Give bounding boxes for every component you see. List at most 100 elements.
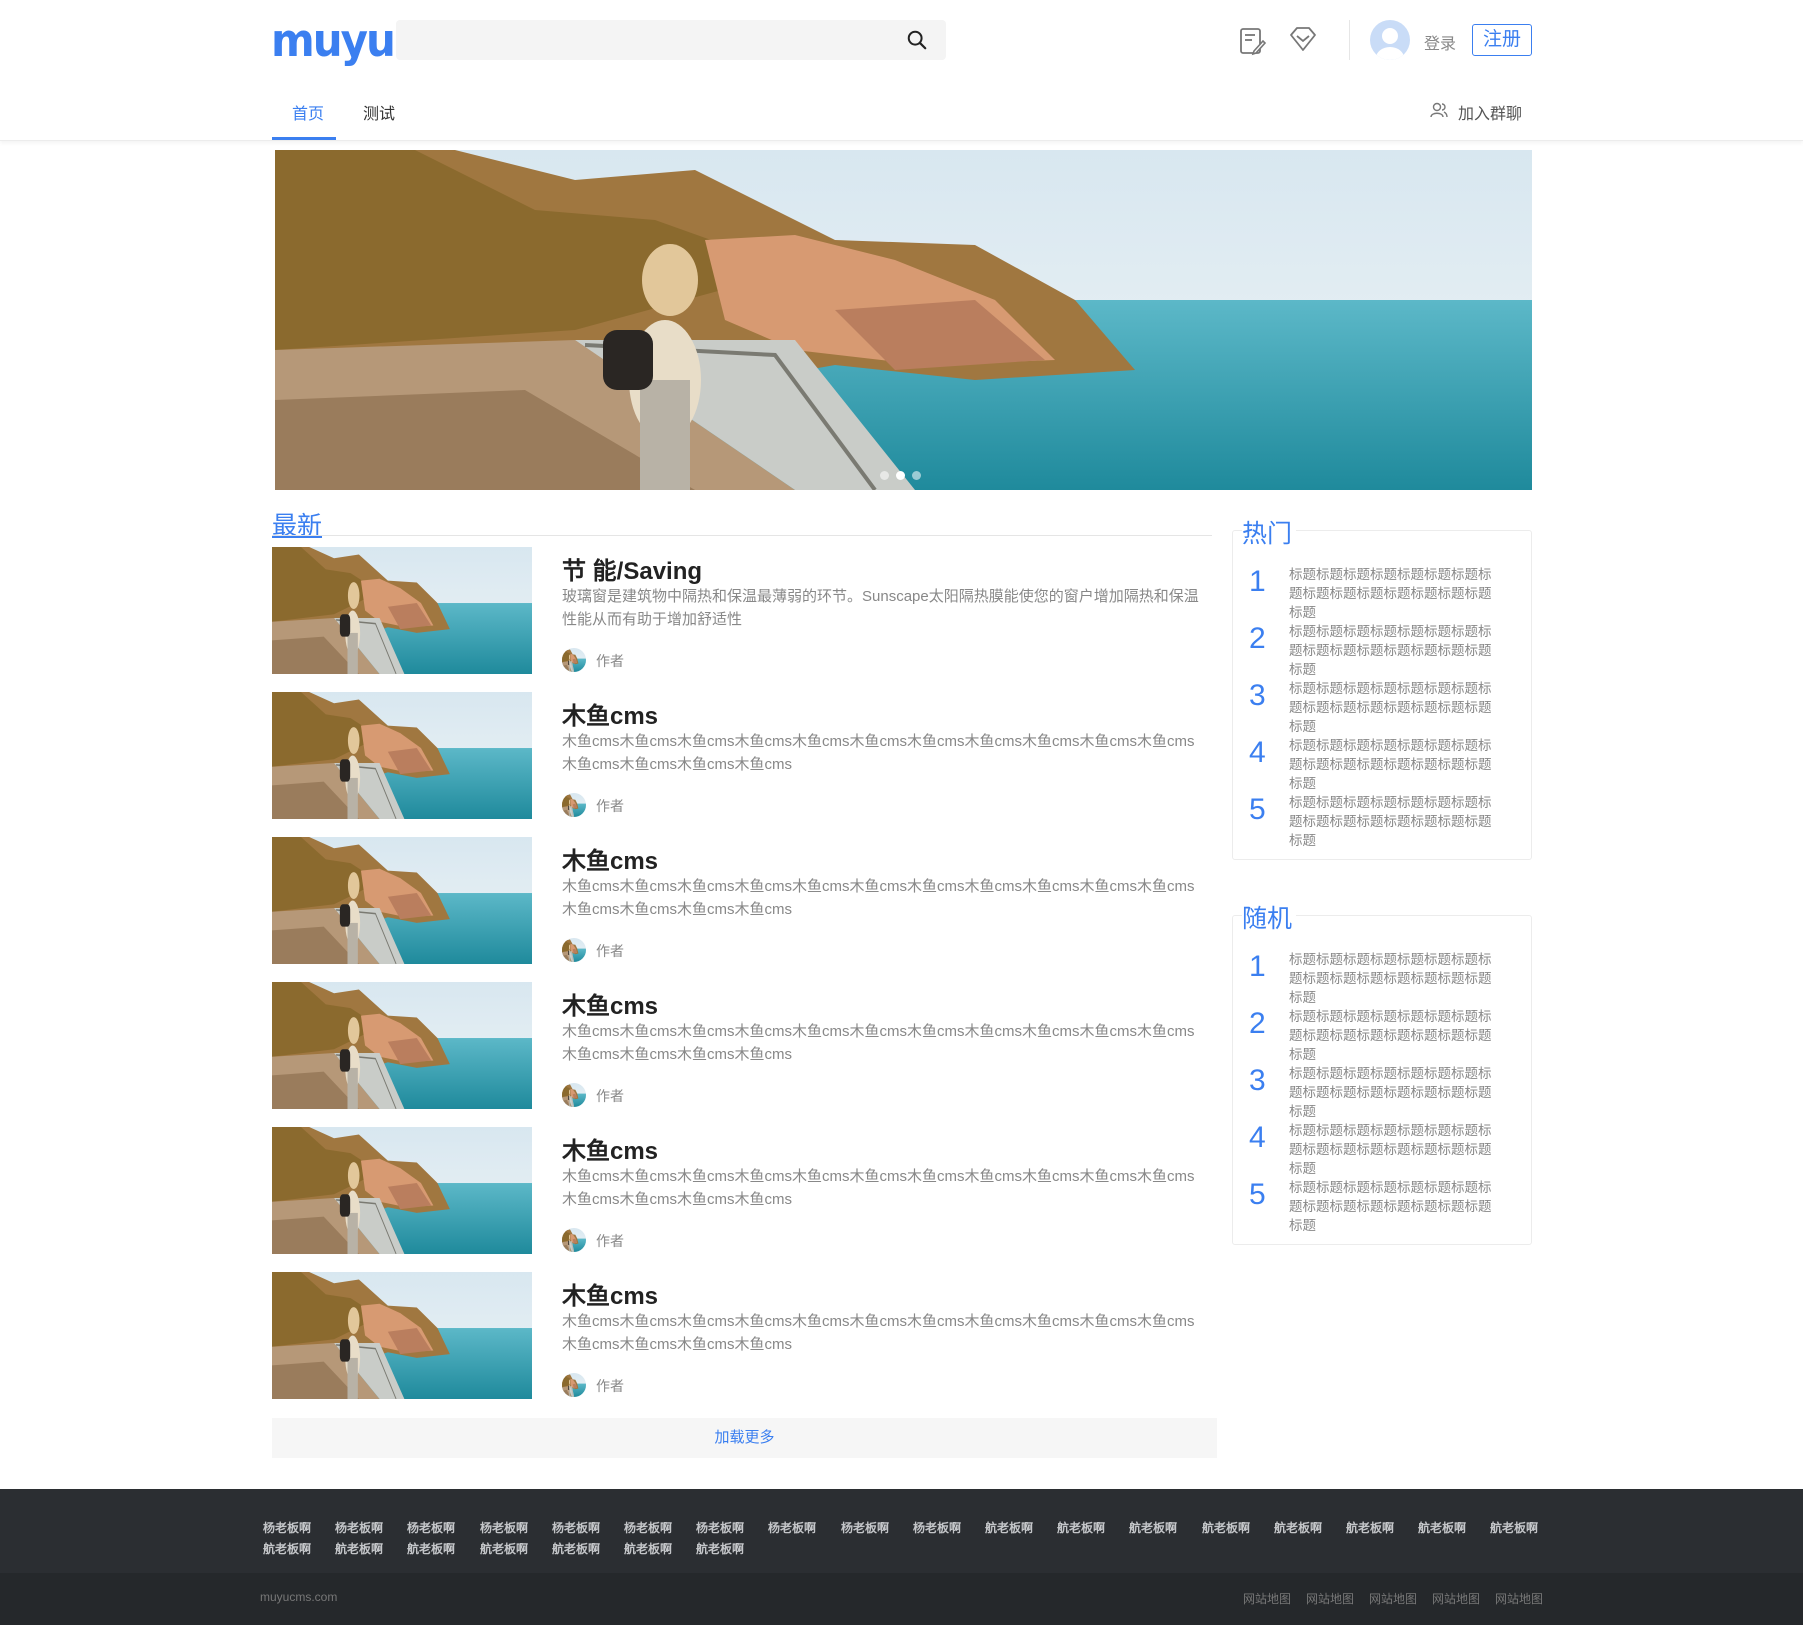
write-article-icon[interactable]	[1237, 26, 1267, 56]
article-title[interactable]: 木鱼cms	[562, 1276, 658, 1311]
article-title[interactable]: 木鱼cms	[562, 841, 658, 876]
author-name: 作者	[596, 943, 624, 959]
article-title[interactable]: 节 能/Saving	[562, 551, 702, 586]
footer-link[interactable]: 航老板啊	[335, 1540, 383, 1557]
article-thumbnail[interactable]	[272, 547, 532, 674]
author-avatar	[562, 793, 586, 817]
footer-link[interactable]: 航老板啊	[1057, 1519, 1105, 1536]
sitemap-link[interactable]: 网站地图	[1495, 1590, 1543, 1607]
article-summary: 木鱼cms木鱼cms木鱼cms木鱼cms木鱼cms木鱼cms木鱼cms木鱼cms…	[562, 733, 1195, 773]
article-title[interactable]: 木鱼cms	[562, 1131, 658, 1166]
footer-link[interactable]: 航老板啊	[263, 1540, 311, 1557]
hot-item-title[interactable]: 标题标题标题标题标题标题标题标题标题标题标题标题标题标题标题标题	[1289, 736, 1504, 793]
avatar[interactable]	[1370, 20, 1410, 60]
footer-link[interactable]: 航老板啊	[1418, 1519, 1466, 1536]
sitemap-link[interactable]: 网站地图	[1306, 1590, 1354, 1607]
footer-link[interactable]: 航老板啊	[1202, 1519, 1250, 1536]
rank-number: 2	[1249, 622, 1266, 655]
sitemap-link[interactable]: 网站地图	[1243, 1590, 1291, 1607]
footer-link[interactable]: 杨老板啊	[913, 1519, 961, 1536]
sitemap-link[interactable]: 网站地图	[1369, 1590, 1417, 1607]
login-link[interactable]: 登录	[1424, 30, 1456, 54]
carousel-dot-active[interactable]	[896, 471, 905, 480]
user-avatar-icon	[1376, 28, 1404, 60]
article-thumbnail[interactable]	[272, 1127, 532, 1254]
footer-link[interactable]: 航老板啊	[1490, 1519, 1538, 1536]
carousel-dot[interactable]	[912, 471, 921, 480]
carousel-dot[interactable]	[880, 471, 889, 480]
random-section-title: 随机	[1242, 899, 1297, 935]
random-item-title[interactable]: 标题标题标题标题标题标题标题标题标题标题标题标题标题标题标题标题	[1289, 950, 1504, 1007]
footer-link[interactable]: 航老板啊	[552, 1540, 600, 1557]
search-input[interactable]	[396, 20, 946, 60]
list-item[interactable]: 木鱼cms 木鱼cms木鱼cms木鱼cms木鱼cms木鱼cms木鱼cms木鱼cm…	[272, 837, 1217, 964]
article-thumbnail[interactable]	[272, 837, 532, 964]
article-title[interactable]: 木鱼cms	[562, 986, 658, 1021]
article-summary: 木鱼cms木鱼cms木鱼cms木鱼cms木鱼cms木鱼cms木鱼cms木鱼cms…	[562, 1168, 1195, 1208]
footer-link[interactable]: 杨老板啊	[841, 1519, 889, 1536]
sitemap-link[interactable]: 网站地图	[1432, 1590, 1480, 1607]
header-divider	[1349, 20, 1350, 60]
list-item[interactable]: 节 能/Saving 玻璃窗是建筑物中隔热和保温最薄弱的环节。Sunscape太…	[272, 547, 1217, 674]
site-logo[interactable]: muyu	[271, 14, 396, 67]
footer-link[interactable]: 航老板啊	[480, 1540, 528, 1557]
footer-link[interactable]: 航老板啊	[407, 1540, 455, 1557]
register-button[interactable]: 注册	[1472, 24, 1532, 56]
copyright-text: muyucms.com	[260, 1590, 338, 1604]
load-more-button[interactable]: 加载更多	[272, 1418, 1217, 1458]
article-summary: 玻璃窗是建筑物中隔热和保温最薄弱的环节。Sunscape太阳隔热膜能使您的窗户增…	[562, 588, 1199, 628]
footer-link[interactable]: 杨老板啊	[263, 1519, 311, 1536]
article-thumbnail[interactable]	[272, 982, 532, 1109]
article-thumbnail[interactable]	[272, 1272, 532, 1399]
footer-link[interactable]: 杨老板啊	[552, 1519, 600, 1536]
hot-item-title[interactable]: 标题标题标题标题标题标题标题标题标题标题标题标题标题标题标题标题	[1289, 679, 1504, 736]
hot-item-title[interactable]: 标题标题标题标题标题标题标题标题标题标题标题标题标题标题标题标题	[1289, 793, 1504, 850]
footer-link[interactable]: 航老板啊	[1346, 1519, 1394, 1536]
footer-link[interactable]: 杨老板啊	[696, 1519, 744, 1536]
list-item[interactable]: 木鱼cms 木鱼cms木鱼cms木鱼cms木鱼cms木鱼cms木鱼cms木鱼cm…	[272, 982, 1217, 1109]
join-group-link[interactable]: 加入群聊	[1458, 100, 1522, 124]
group-users-icon	[1430, 102, 1448, 118]
hot-item-title[interactable]: 标题标题标题标题标题标题标题标题标题标题标题标题标题标题标题标题	[1289, 622, 1504, 679]
section-divider	[272, 535, 1212, 536]
random-item-title[interactable]: 标题标题标题标题标题标题标题标题标题标题标题标题标题标题标题标题	[1289, 1178, 1504, 1235]
hot-widget: 1 标题标题标题标题标题标题标题标题标题标题标题标题标题标题标题标题 2 标题标…	[1232, 530, 1532, 860]
nav-tab-home[interactable]: 首页	[292, 100, 324, 124]
footer-link[interactable]: 杨老板啊	[335, 1519, 383, 1536]
random-widget: 1 标题标题标题标题标题标题标题标题标题标题标题标题标题标题标题标题 2 标题标…	[1232, 915, 1532, 1245]
footer-link[interactable]: 航老板啊	[696, 1540, 744, 1557]
rank-number: 3	[1249, 679, 1266, 712]
random-item-title[interactable]: 标题标题标题标题标题标题标题标题标题标题标题标题标题标题标题标题	[1289, 1121, 1504, 1178]
author-avatar	[562, 1228, 586, 1252]
rank-number: 2	[1249, 1007, 1266, 1040]
rank-number: 4	[1249, 1121, 1266, 1154]
latest-section-title[interactable]: 最新	[272, 506, 322, 542]
nav-tab-test[interactable]: 测试	[363, 100, 395, 124]
article-thumbnail[interactable]	[272, 692, 532, 819]
rank-number: 4	[1249, 736, 1266, 769]
search-icon[interactable]	[906, 29, 928, 51]
list-item[interactable]: 木鱼cms 木鱼cms木鱼cms木鱼cms木鱼cms木鱼cms木鱼cms木鱼cm…	[272, 1272, 1217, 1399]
footer-link[interactable]: 杨老板啊	[480, 1519, 528, 1536]
author-name: 作者	[596, 1088, 624, 1104]
nav-active-indicator	[272, 137, 336, 140]
list-item[interactable]: 木鱼cms 木鱼cms木鱼cms木鱼cms木鱼cms木鱼cms木鱼cms木鱼cm…	[272, 692, 1217, 819]
author-avatar	[562, 938, 586, 962]
footer-link[interactable]: 航老板啊	[1129, 1519, 1177, 1536]
footer-link[interactable]: 杨老板啊	[407, 1519, 455, 1536]
hot-item-title[interactable]: 标题标题标题标题标题标题标题标题标题标题标题标题标题标题标题标题	[1289, 565, 1504, 622]
diamond-vip-icon[interactable]	[1288, 24, 1318, 54]
article-title[interactable]: 木鱼cms	[562, 696, 658, 731]
footer-link[interactable]: 航老板啊	[1274, 1519, 1322, 1536]
author-avatar	[562, 1083, 586, 1107]
author-name: 作者	[596, 1378, 624, 1394]
banner-carousel[interactable]	[275, 150, 1532, 490]
list-item[interactable]: 木鱼cms 木鱼cms木鱼cms木鱼cms木鱼cms木鱼cms木鱼cms木鱼cm…	[272, 1127, 1217, 1254]
author-avatar	[562, 648, 586, 672]
footer-link[interactable]: 航老板啊	[985, 1519, 1033, 1536]
footer-link[interactable]: 杨老板啊	[768, 1519, 816, 1536]
footer-link[interactable]: 航老板啊	[624, 1540, 672, 1557]
random-item-title[interactable]: 标题标题标题标题标题标题标题标题标题标题标题标题标题标题标题标题	[1289, 1007, 1504, 1064]
random-item-title[interactable]: 标题标题标题标题标题标题标题标题标题标题标题标题标题标题标题标题	[1289, 1064, 1504, 1121]
footer-link[interactable]: 杨老板啊	[624, 1519, 672, 1536]
